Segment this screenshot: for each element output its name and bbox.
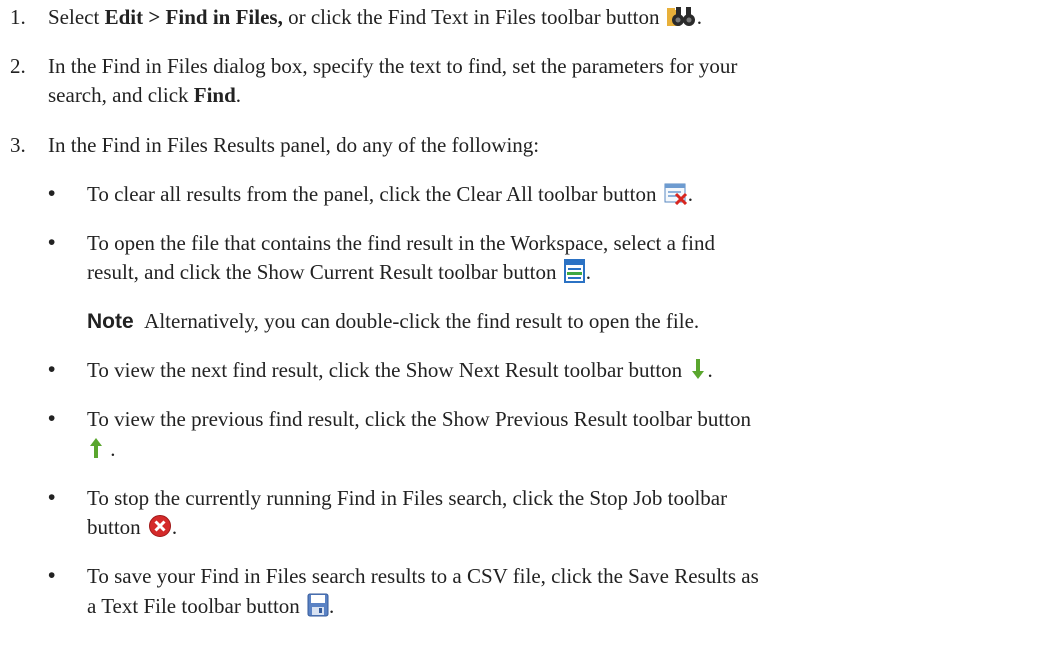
step-3-text: In the Find in Files Results panel, do a… bbox=[48, 133, 540, 157]
menu-path: Edit > Find in Files, bbox=[104, 5, 283, 29]
step-2-pre: search, and click bbox=[48, 83, 194, 107]
period: . bbox=[696, 5, 703, 29]
bullet-line: To view the next find result, click the … bbox=[87, 358, 683, 382]
bullet-line-2: . bbox=[87, 434, 116, 468]
note-text: Alternatively, you can double-click the … bbox=[144, 309, 700, 333]
step-2-line-1: In the Find in Files dialog box, specify… bbox=[48, 54, 738, 78]
bullet-line: To stop the currently running Find in Fi… bbox=[87, 486, 728, 510]
period: . bbox=[110, 437, 116, 461]
clear-all-icon bbox=[664, 183, 688, 213]
step-number: 1. bbox=[10, 5, 26, 29]
period: . bbox=[687, 182, 693, 206]
step-2-post: . bbox=[235, 83, 242, 107]
step-1-pre: Select bbox=[48, 5, 105, 29]
binoculars-icon bbox=[666, 4, 697, 36]
bullet-text: To clear all results from the panel, cli… bbox=[87, 179, 693, 213]
bullet: • bbox=[48, 231, 56, 254]
bullet-line-2: a Text File toolbar button . bbox=[87, 591, 334, 625]
bullet: • bbox=[48, 407, 56, 430]
bullet-line: To open the file that contains the find … bbox=[87, 231, 716, 255]
bullet-line: To save your Find in Files search result… bbox=[87, 564, 759, 588]
period: . bbox=[171, 515, 178, 539]
step-number: 3. bbox=[10, 133, 26, 157]
bullet-line: To view the previous find result, click … bbox=[87, 407, 752, 431]
bullet-line: result, and click the Show Current Resul… bbox=[87, 260, 557, 284]
find-label: Find bbox=[193, 83, 236, 107]
step-1-post: or click the Find Text in Files toolbar … bbox=[282, 5, 660, 29]
step-2-line-2: search, and click Find. bbox=[48, 80, 241, 110]
period: . bbox=[329, 594, 335, 618]
bullet: • bbox=[48, 182, 56, 205]
arrow-up-icon bbox=[87, 436, 105, 468]
bullet-line-2: result, and click the Show Current Resul… bbox=[87, 257, 591, 291]
arrow-down-icon bbox=[689, 357, 707, 389]
period: . bbox=[585, 260, 592, 284]
bullet-line: To clear all results from the panel, cli… bbox=[87, 182, 657, 206]
bullet-line: button bbox=[87, 515, 141, 539]
bullet: • bbox=[48, 358, 56, 381]
note-label: Note bbox=[87, 310, 134, 333]
bullet: • bbox=[48, 564, 56, 587]
step-number: 2. bbox=[10, 54, 26, 78]
period: . bbox=[707, 358, 713, 382]
bullet-line-2: button . bbox=[87, 512, 177, 546]
save-icon bbox=[307, 593, 329, 625]
bullet: • bbox=[48, 486, 56, 509]
step-1-text: Select Edit > Find in Files, or click th… bbox=[48, 2, 702, 36]
stop-icon bbox=[148, 514, 172, 546]
bullet-line: a Text File toolbar button bbox=[87, 594, 300, 618]
bullet-text: To view the next find result, click the … bbox=[87, 355, 713, 389]
note: Note Alternatively, you can double-click… bbox=[87, 306, 699, 337]
show-current-result-icon bbox=[563, 259, 586, 291]
